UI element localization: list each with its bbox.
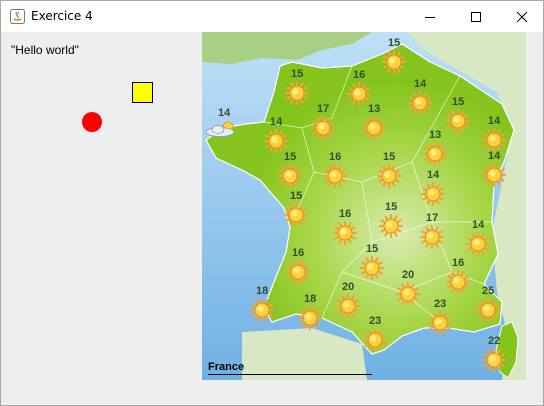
red-circle-shape	[82, 112, 102, 132]
temperature-label: 23	[434, 298, 447, 310]
close-button[interactable]	[499, 1, 543, 32]
maximize-icon	[471, 11, 481, 22]
sun-icon	[382, 50, 406, 74]
sun-icon	[482, 163, 506, 187]
temperature-label: 20	[342, 281, 355, 293]
temperature-label: 16	[292, 247, 305, 259]
minimize-button[interactable]	[407, 1, 453, 32]
country-label: France	[208, 361, 245, 373]
window-title: Exercice 4	[31, 9, 93, 23]
temperature-label: 15	[388, 37, 401, 49]
sun-icon	[420, 225, 444, 249]
sun-icon	[482, 348, 506, 372]
drawing-canvas[interactable]: "Hello world" 15 15 16 14 14 17 13 15 14…	[1, 32, 543, 405]
temperature-label: 20	[402, 269, 415, 281]
sun-icon	[466, 232, 490, 256]
sun-icon	[363, 328, 387, 352]
sun-icon	[250, 298, 274, 322]
sun-icon	[421, 182, 445, 206]
temperature-label: 15	[284, 151, 297, 163]
sun-icon	[333, 221, 357, 245]
temperature-label: 14	[218, 107, 231, 119]
sun-icon	[396, 282, 420, 306]
minimize-icon	[425, 16, 435, 18]
sun-icon	[278, 164, 302, 188]
sun-icon	[423, 142, 447, 166]
sun-icon	[476, 298, 500, 322]
hello-world-text: "Hello world"	[11, 43, 79, 57]
sun-icon	[284, 203, 308, 227]
temperature-label: 14	[488, 150, 501, 162]
temperature-label: 15	[383, 151, 396, 163]
country-underline	[208, 374, 372, 375]
sun-icon	[446, 270, 470, 294]
sun-cloud-icon	[205, 121, 235, 137]
sun-icon	[428, 311, 452, 335]
temperature-label: 18	[304, 293, 317, 305]
sun-icon	[379, 214, 403, 238]
sun-icon	[360, 256, 384, 280]
temperature-label: 14	[427, 169, 440, 181]
sun-icon	[285, 81, 309, 105]
temperature-label: 15	[366, 243, 379, 255]
temperature-label: 16	[329, 151, 342, 163]
title-bar[interactable]: Exercice 4	[1, 1, 543, 32]
sun-icon	[264, 129, 288, 153]
sun-icon	[286, 260, 310, 284]
temperature-label: 14	[472, 219, 485, 231]
temperature-label: 14	[488, 115, 501, 127]
sun-icon	[377, 164, 401, 188]
temperature-label: 13	[368, 103, 381, 115]
temperature-label: 16	[353, 69, 366, 81]
sun-icon	[408, 91, 432, 115]
temperature-label: 22	[488, 335, 501, 347]
temperature-label: 23	[369, 315, 382, 327]
sun-icon	[323, 164, 347, 188]
temperature-label: 25	[482, 285, 495, 297]
temperature-label: 15	[290, 190, 303, 202]
temperature-label: 14	[414, 78, 427, 90]
temperature-label: 16	[452, 257, 465, 269]
close-icon	[516, 11, 528, 22]
temperature-label: 15	[452, 96, 465, 108]
sun-icon	[311, 116, 335, 140]
temperature-label: 14	[270, 116, 283, 128]
temperature-label: 15	[385, 201, 398, 213]
sun-icon	[482, 128, 506, 152]
temperature-label: 15	[291, 68, 304, 80]
sun-icon	[446, 109, 470, 133]
sun-icon	[298, 306, 322, 330]
app-window: Exercice 4 "Hello world" 15 15 16 14 14 …	[0, 0, 544, 406]
sun-icon	[336, 294, 360, 318]
yellow-square-shape	[132, 82, 153, 103]
java-app-icon	[10, 9, 25, 24]
temperature-label: 13	[429, 129, 442, 141]
weather-map: 15 15 16 14 14 17 13 15 14 14 13 14 15 16 15 14 15 16 16 15…	[202, 32, 526, 380]
temperature-label: 17	[426, 212, 439, 224]
maximize-button[interactable]	[453, 1, 499, 32]
sun-icon	[362, 116, 386, 140]
temperature-label: 17	[317, 103, 330, 115]
temperature-label: 16	[339, 208, 352, 220]
temperature-label: 18	[256, 285, 269, 297]
